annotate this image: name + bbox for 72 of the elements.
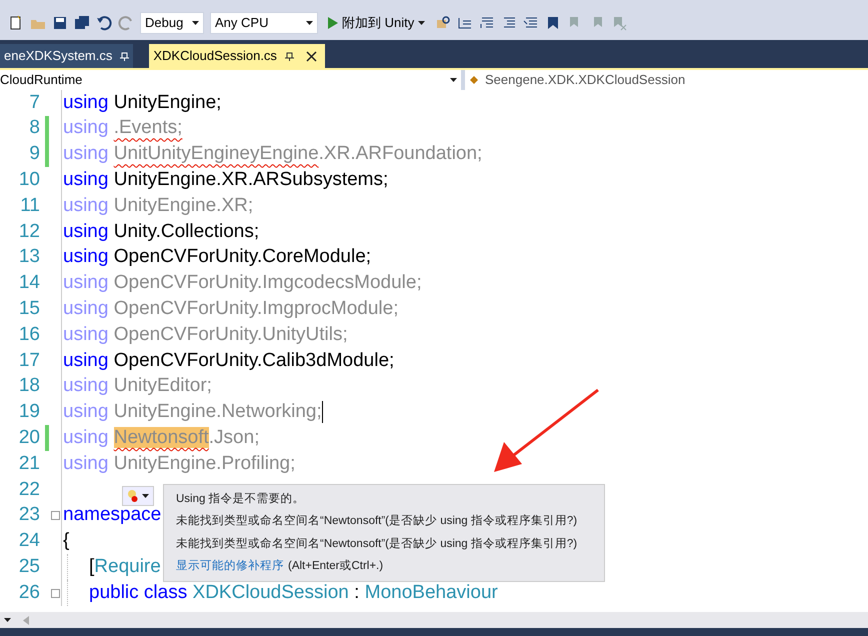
- save-all-icon[interactable]: [74, 15, 90, 31]
- code-line: using UnitUnityEngineyEngine.XR.ARFoundation;: [63, 142, 482, 166]
- line-number: 24: [18, 529, 40, 554]
- line-number: 11: [19, 194, 40, 218]
- caret-icon: [192, 21, 199, 25]
- diagnostic-message: 未能找到类型或命名空间名“Newtonsoft”(是否缺少 using 指令或程序集引用?): [176, 513, 578, 530]
- code-line: using OpenCVForUnity.ImgprocModule;: [63, 297, 398, 322]
- line-number: 23: [18, 503, 40, 528]
- code-line: using .Events;: [63, 116, 182, 140]
- document-tab[interactable]: XDKCloudSession.cs: [149, 44, 325, 68]
- caret-icon: [450, 78, 457, 82]
- code-line: using OpenCVForUnity.CoreModule;: [63, 245, 372, 270]
- code-line: using OpenCVForUnity.Calib3dModule;: [63, 348, 394, 373]
- lightbulb-error-icon: [127, 489, 138, 503]
- line-number: 22: [18, 478, 40, 502]
- line-number: 14: [18, 271, 40, 296]
- code-line: using UnityEngine;: [63, 90, 222, 115]
- caret-icon: [306, 21, 313, 25]
- platform-dropdown[interactable]: Any CPU: [210, 12, 318, 34]
- line-number: 7: [28, 90, 40, 115]
- code-line: using UnityEngine.Networking;: [63, 400, 322, 424]
- find-icon[interactable]: [435, 15, 452, 31]
- code-line: using UnityEngine.Profiling;: [63, 452, 296, 476]
- line-number: 10: [18, 168, 40, 192]
- collapse-icon[interactable]: [50, 511, 60, 520]
- outdent-icon[interactable]: [479, 15, 496, 31]
- caret-icon: [418, 21, 426, 25]
- undo-icon[interactable]: [96, 15, 112, 31]
- collapse-icon[interactable]: [50, 588, 60, 598]
- horizontal-scrollbar[interactable]: [0, 612, 868, 628]
- line-number: 9: [28, 142, 40, 166]
- line-number: 15: [18, 297, 40, 322]
- play-icon: [328, 17, 338, 29]
- line-number: 20: [18, 426, 40, 450]
- line-number: 18: [18, 374, 40, 398]
- code-line: using Unity.Collections;: [63, 220, 260, 244]
- code-line: {: [63, 529, 70, 554]
- code-line: using UnityEngine.XR;: [63, 194, 254, 218]
- close-icon[interactable]: [306, 50, 317, 62]
- line-number: 19: [18, 400, 40, 424]
- caret-icon: [142, 494, 149, 498]
- indent-icon[interactable]: [457, 15, 474, 31]
- document-tab[interactable]: eneXDKSystem.cs: [0, 44, 134, 68]
- fix-link[interactable]: 显示可能的修补程序: [176, 558, 284, 575]
- line-number: 8: [28, 116, 40, 140]
- code-line: using OpenCVForUnity.ImgcodecsModule;: [63, 271, 422, 296]
- diagnostic-message: 未能找到类型或命名空间名“Newtonsoft”(是否缺少 using 指令或程序集引用?): [176, 536, 578, 552]
- shortcut-hint: (Alt+Enter或Ctrl+.): [288, 558, 384, 574]
- configuration-dropdown[interactable]: Debug: [140, 12, 204, 34]
- line-number: 12: [18, 220, 40, 244]
- project-dropdown[interactable]: CloudRuntime: [0, 70, 461, 90]
- code-line: [Require: [89, 555, 161, 579]
- attach-button[interactable]: 附加到 Unity: [324, 13, 430, 33]
- caret-icon: [4, 618, 11, 622]
- code-line: using UnityEditor;: [63, 374, 212, 398]
- code-line: public class XDKCloudSession : MonoBehaviour: [89, 580, 498, 605]
- class-icon: [469, 74, 481, 86]
- save-icon[interactable]: [52, 15, 68, 31]
- code-line: namespace: [63, 503, 162, 528]
- line-number: 13: [18, 245, 40, 270]
- quick-actions-button[interactable]: [122, 486, 154, 506]
- line-number: 17: [18, 348, 40, 373]
- code-line: using OpenCVForUnity.UnityUtils;: [63, 322, 348, 347]
- line-number: 16: [18, 322, 40, 347]
- pin-icon[interactable]: [284, 52, 294, 60]
- line-number: 26: [18, 580, 40, 605]
- code-line: using Newtonsoft.Json;: [63, 426, 260, 450]
- diagnostic-message: Using 指令是不需要的。: [176, 492, 306, 507]
- line-number: 21: [18, 452, 40, 476]
- type-dropdown[interactable]: Seengene.XDK.XDKCloudSession: [465, 70, 868, 90]
- line-number: 25: [18, 555, 40, 579]
- code-line: using UnityEngine.XR.ARSubsystems;: [63, 168, 388, 192]
